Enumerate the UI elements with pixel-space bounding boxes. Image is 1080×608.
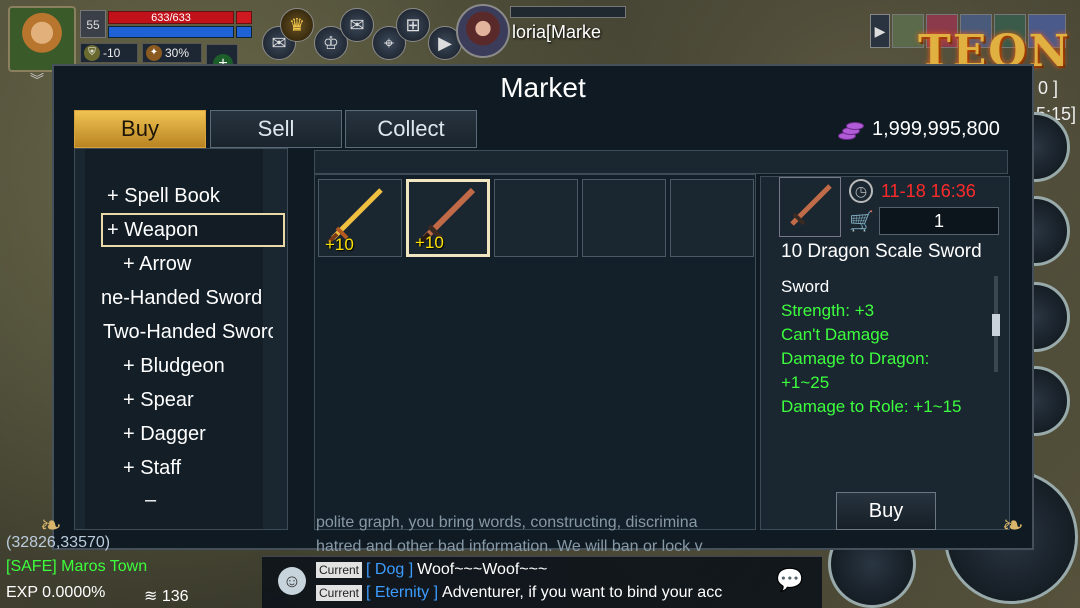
npc-health-bar bbox=[510, 6, 626, 18]
item-enhance-label: +10 bbox=[415, 233, 444, 252]
chat-tag: Current bbox=[316, 585, 363, 601]
category-staff[interactable]: + Staff bbox=[123, 457, 181, 480]
chat-line: Current[ Dog ] Woof~~~Woof~~~ bbox=[316, 561, 770, 579]
clock-icon: ◷ bbox=[849, 179, 873, 203]
mp-bar bbox=[108, 26, 234, 38]
item-slot-1[interactable]: +10 bbox=[318, 179, 402, 257]
category-spell-book[interactable]: + Spell Book bbox=[107, 185, 220, 208]
player-portrait[interactable] bbox=[8, 6, 76, 72]
chat-tag: Current bbox=[316, 562, 363, 578]
item-attr-cant-damage: Can't Damage bbox=[781, 325, 890, 344]
category-dagger[interactable]: + Dagger bbox=[123, 423, 206, 446]
system-notice-line-2: hatred and other bad information. We wil… bbox=[316, 538, 703, 555]
system-notice-line-1: polite graph, you bring words, construct… bbox=[316, 514, 698, 531]
category-two-handed-sword[interactable]: Two-Handed Sworc bbox=[103, 321, 273, 344]
buy-button[interactable]: Buy bbox=[836, 492, 936, 530]
quantity-input[interactable]: 1 bbox=[879, 207, 999, 235]
chat-bubble-icon[interactable]: 💬 bbox=[776, 567, 808, 595]
mp-bar-end bbox=[236, 26, 252, 38]
bg-fragment-a: 0 ] bbox=[1038, 78, 1059, 98]
category-more[interactable]: – bbox=[145, 489, 156, 512]
tab-buy[interactable]: Buy bbox=[74, 110, 206, 148]
tab-collect[interactable]: Collect bbox=[345, 110, 477, 148]
item-slot-2[interactable]: +10 bbox=[406, 179, 490, 257]
category-arrow[interactable]: + Arrow bbox=[123, 253, 191, 276]
expire-time: 11-18 16:36 bbox=[881, 181, 976, 201]
chat-box[interactable]: ☺ Current[ Dog ] Woof~~~Woof~~~ Current[ … bbox=[262, 556, 822, 608]
item-name: 10 Dragon Scale Sword bbox=[781, 241, 982, 262]
coordinates: (32826,33570) bbox=[6, 534, 111, 551]
item-enhance-label: +10 bbox=[325, 235, 354, 254]
chevron-down-icon[interactable]: ︾ bbox=[30, 70, 44, 90]
market-title: Market bbox=[500, 72, 586, 103]
npc-avatar[interactable] bbox=[456, 4, 510, 58]
item-detail-panel: ◷ 11-18 16:36 🛒 1 10 Dragon Scale Sword … bbox=[760, 176, 1010, 530]
location-name: [SAFE] Maros Town bbox=[6, 558, 148, 575]
percent-stat: ✦ 30% bbox=[142, 43, 202, 63]
category-spear[interactable]: + Spear bbox=[123, 389, 194, 412]
emoji-icon[interactable]: ☺ bbox=[278, 567, 306, 595]
shield-icon: ⛨ bbox=[84, 45, 100, 61]
category-panel: + Spell Book + Weapon + Arrow ne-Handed … bbox=[74, 148, 288, 530]
detail-item-icon bbox=[779, 177, 841, 237]
chat-line: Current[ Eternity ] Adventurer, if you wa… bbox=[316, 584, 770, 602]
chat-message: Adventurer, if you want to bind your acc bbox=[442, 584, 723, 601]
corner-ornament: ❧ bbox=[1002, 510, 1024, 540]
crown-icon[interactable]: ♛ bbox=[280, 8, 314, 42]
player-level: 55 bbox=[80, 10, 106, 38]
item-attr-damage-dragon: Damage to Dragon: bbox=[781, 349, 930, 368]
category-bludgeon[interactable]: + Bludgeon bbox=[123, 355, 225, 378]
wifi-icon: ≋ bbox=[144, 588, 162, 605]
gift-icon[interactable]: ⊞ bbox=[396, 8, 430, 42]
category-weapon[interactable]: + Weapon bbox=[101, 213, 285, 247]
attack-stat: ⛨ -10 bbox=[80, 43, 138, 63]
items-header bbox=[314, 150, 1008, 174]
exp-percent: EXP 0.0000% bbox=[6, 584, 106, 601]
hp-bar-end bbox=[236, 11, 252, 24]
currency-amount: 1,999,995,800 bbox=[872, 118, 1000, 140]
chat-channel[interactable]: [ Eternity ] bbox=[366, 584, 438, 601]
percent-stat-value: 30% bbox=[165, 46, 190, 60]
dragon-scale-sword-icon bbox=[790, 184, 832, 226]
npc-name: loria[Marke bbox=[512, 22, 602, 42]
item-attr-damage-role: Damage to Role: +1~15 bbox=[781, 397, 962, 416]
market-window: Market Buy Sell Collect 1,999,995,800 + … bbox=[40, 64, 1034, 550]
chat-channel[interactable]: [ Dog ] bbox=[366, 561, 413, 578]
chat-message: Woof~~~Woof~~~ bbox=[417, 561, 548, 578]
ping: ≋ 136 bbox=[144, 586, 189, 606]
category-list: + Spell Book + Weapon + Arrow ne-Handed … bbox=[85, 149, 285, 529]
item-type: Sword bbox=[781, 277, 830, 296]
cart-icon: 🛒 bbox=[849, 211, 874, 233]
attack-stat-value: -10 bbox=[103, 46, 121, 60]
envelope-icon[interactable]: ✉ bbox=[340, 8, 374, 42]
attr-scrollbar-thumb[interactable] bbox=[992, 314, 1000, 336]
coin-icon bbox=[838, 120, 864, 142]
chevron-right-icon[interactable]: ▶ bbox=[870, 14, 890, 48]
hp-bar: 633/633 bbox=[108, 11, 234, 24]
item-attr-damage-dragon-value: +1~25 bbox=[781, 373, 830, 392]
item-slot-empty[interactable] bbox=[670, 179, 754, 257]
item-slot-empty[interactable] bbox=[582, 179, 666, 257]
item-attr-strength: Strength: +3 bbox=[781, 301, 875, 320]
item-slot-empty[interactable] bbox=[494, 179, 578, 257]
exp-icon: ✦ bbox=[146, 45, 162, 61]
category-one-handed-sword[interactable]: ne-Handed Sword bbox=[101, 287, 273, 310]
tab-sell[interactable]: Sell bbox=[210, 110, 342, 148]
ping-value: 136 bbox=[161, 588, 189, 605]
